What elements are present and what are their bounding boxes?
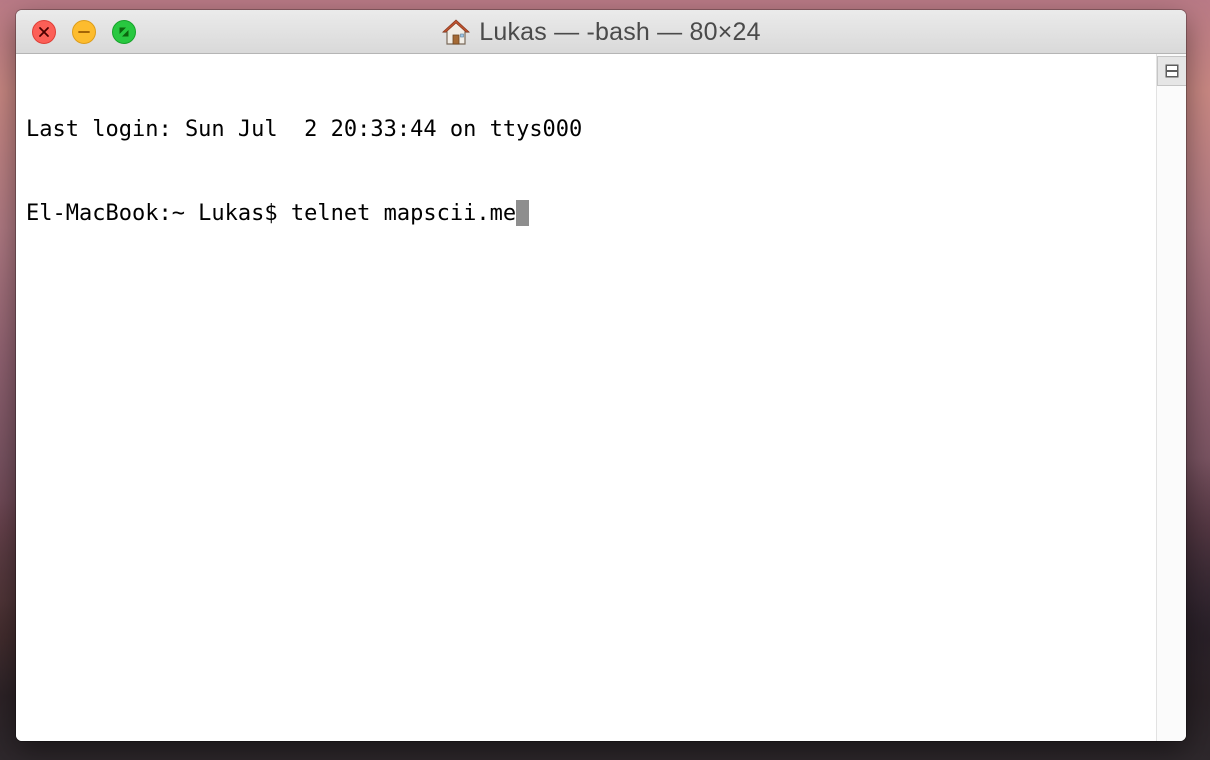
terminal-line-last-login: Last login: Sun Jul 2 20:33:44 on ttys00… [26,117,583,142]
close-button[interactable] [32,20,56,44]
terminal-window: Lukas — -bash — 80×24 Last login: Sun Ju… [16,10,1186,741]
window-title-text: Lukas — -bash — 80×24 [479,17,761,46]
vertical-scrollbar[interactable] [1156,54,1186,741]
split-pane-icon [1165,64,1179,78]
home-folder-icon [442,19,471,45]
terminal-output: Last login: Sun Jul 2 20:33:44 on ttys00… [26,60,582,284]
fullscreen-button[interactable] [112,20,136,44]
minimize-icon [78,31,90,33]
fullscreen-icon [119,27,129,37]
window-title: Lukas — -bash — 80×24 [16,10,1186,54]
terminal-line-prompt[interactable]: El-MacBook:~ Lukas$ telnet mapscii.me [26,200,582,228]
prompt-command-text: El-MacBook:~ Lukas$ telnet mapscii.me [26,201,517,226]
close-icon [39,27,49,37]
minimize-button[interactable] [72,20,96,44]
terminal-content[interactable]: Last login: Sun Jul 2 20:33:44 on ttys00… [16,54,1156,741]
title-bar[interactable]: Lukas — -bash — 80×24 [16,10,1186,54]
split-pane-button[interactable] [1157,56,1186,86]
text-cursor [516,200,530,226]
